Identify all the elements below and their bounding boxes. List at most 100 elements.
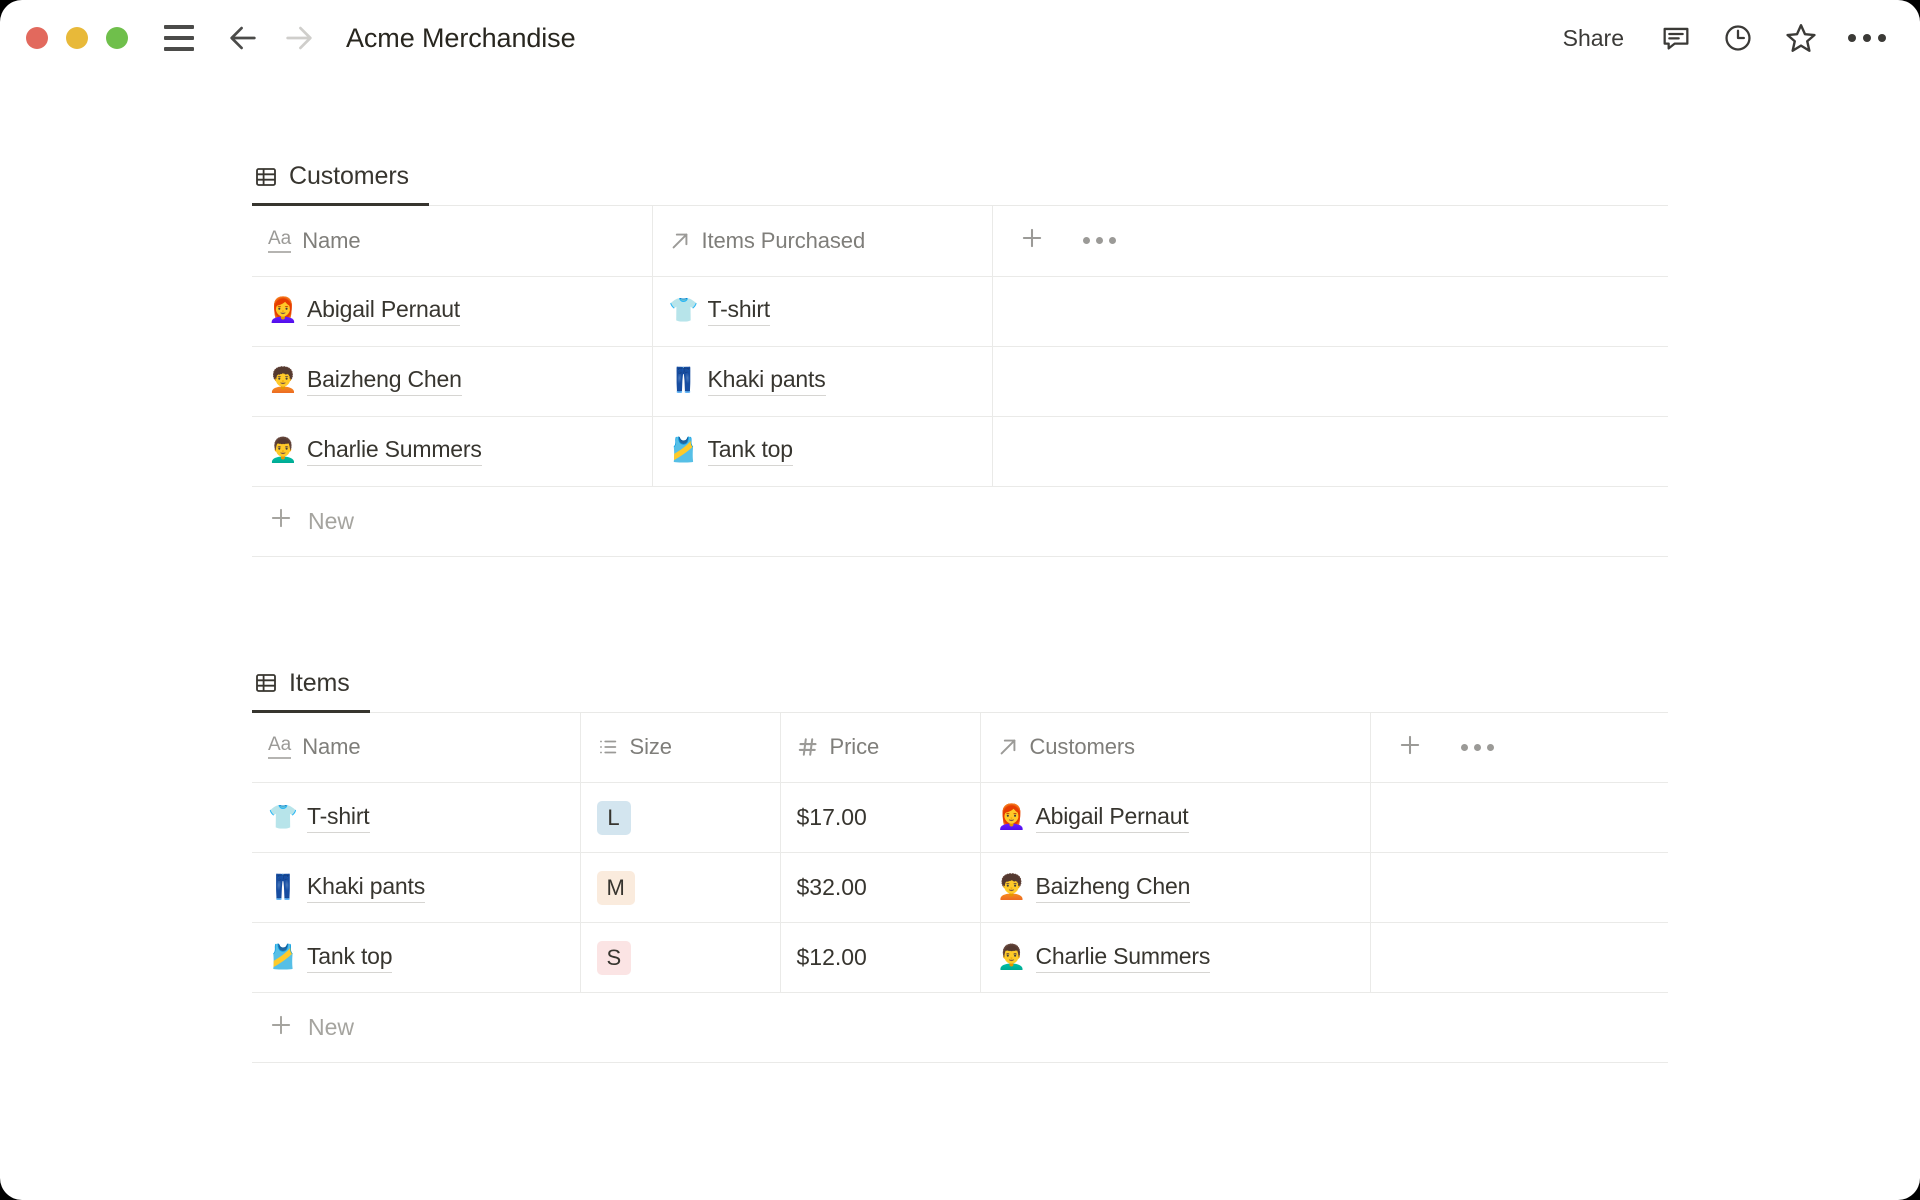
customers-table: Aa Name Items Purch bbox=[252, 206, 1668, 487]
forward-arrow-icon[interactable] bbox=[282, 21, 316, 55]
cell-customers[interactable]: 👩‍🦰 Abigail Pernaut bbox=[980, 782, 1371, 853]
minimize-window-button[interactable] bbox=[66, 27, 88, 49]
table-icon bbox=[254, 165, 278, 189]
cell-size[interactable]: L bbox=[580, 782, 781, 853]
table-row[interactable]: 👨‍🦱 Charlie Summers 🎽 Tank top bbox=[252, 416, 1668, 487]
item-emoji: 🎽 bbox=[668, 437, 699, 464]
new-row-label: New bbox=[308, 1014, 355, 1040]
page-content: Customers Aa Name bbox=[0, 150, 1920, 1063]
cell-price[interactable]: $17.00 bbox=[780, 782, 981, 853]
table-row[interactable]: 👖 Khaki pants M $32.00 🧑‍🦱 Baizheng Chen bbox=[252, 852, 1668, 923]
add-new-row-button[interactable]: New bbox=[252, 487, 1668, 557]
column-header-items-purchased[interactable]: Items Purchased bbox=[652, 206, 993, 277]
title-bar: Acme Merchandise Share bbox=[0, 0, 1920, 76]
column-header-price[interactable]: Price bbox=[780, 712, 981, 783]
item-emoji: 👕 bbox=[268, 803, 298, 831]
titlebar-actions: Share bbox=[1557, 21, 1886, 56]
cell-name[interactable]: 👨‍🦱 Charlie Summers bbox=[252, 416, 653, 487]
cell-empty[interactable] bbox=[1370, 782, 1668, 853]
cell-name[interactable]: 👖 Khaki pants bbox=[252, 852, 581, 923]
cell-name[interactable]: 👩‍🦰 Abigail Pernaut bbox=[252, 276, 653, 347]
table-more-options-icon[interactable] bbox=[1460, 743, 1494, 751]
new-row-label: New bbox=[308, 507, 355, 534]
row-title-link[interactable]: Abigail Pernaut bbox=[307, 296, 460, 326]
maximize-window-button[interactable] bbox=[106, 27, 128, 49]
column-header-name[interactable]: Aa Name bbox=[252, 712, 581, 783]
tab-label: Customers bbox=[289, 162, 409, 190]
relation-link[interactable]: T-shirt bbox=[707, 296, 770, 326]
table-row[interactable]: 👕 T-shirt L $17.00 👩‍🦰 Abigail Pernaut bbox=[252, 782, 1668, 853]
row-title-link[interactable]: Tank top bbox=[307, 943, 393, 973]
relation-link[interactable]: Khaki pants bbox=[707, 366, 826, 396]
number-hash-icon bbox=[797, 736, 819, 758]
row-title-link[interactable]: Baizheng Chen bbox=[307, 366, 462, 396]
add-column-button[interactable] bbox=[1019, 225, 1045, 256]
cell-empty[interactable] bbox=[1370, 852, 1668, 923]
share-button[interactable]: Share bbox=[1557, 21, 1630, 56]
column-label: Size bbox=[629, 734, 673, 760]
avatar-emoji: 👩‍🦰 bbox=[996, 803, 1027, 831]
cell-customers[interactable]: 🧑‍🦱 Baizheng Chen bbox=[980, 852, 1371, 923]
items-table: Aa Name Size Price Customers 👕 T-shirt L… bbox=[252, 712, 1668, 993]
table-row[interactable]: 👩‍🦰 Abigail Pernaut 👕 T-shirt bbox=[252, 276, 1668, 347]
comment-icon[interactable] bbox=[1660, 22, 1692, 54]
database-view-tabs: Items bbox=[252, 657, 1668, 713]
history-clock-icon[interactable] bbox=[1722, 22, 1754, 54]
close-window-button[interactable] bbox=[26, 27, 48, 49]
relation-link[interactable]: Charlie Summers bbox=[1035, 943, 1210, 973]
cell-customers[interactable]: 👨‍🦱 Charlie Summers bbox=[980, 922, 1371, 993]
cell-empty[interactable] bbox=[992, 276, 1668, 347]
row-title-link[interactable]: Khaki pants bbox=[307, 873, 425, 903]
size-badge: L bbox=[596, 800, 631, 835]
cell-empty[interactable] bbox=[992, 416, 1668, 487]
column-label: Name bbox=[302, 734, 361, 760]
cell-name[interactable]: 🎽 Tank top bbox=[252, 922, 581, 993]
tab-customers[interactable]: Customers bbox=[252, 162, 429, 206]
cell-items-purchased[interactable]: 👖 Khaki pants bbox=[652, 346, 993, 417]
table-row[interactable]: 🧑‍🦱 Baizheng Chen 👖 Khaki pants bbox=[252, 346, 1668, 417]
cell-price[interactable]: $12.00 bbox=[780, 922, 981, 993]
cell-name[interactable]: 👕 T-shirt bbox=[252, 782, 581, 853]
column-header-customers[interactable]: Customers bbox=[980, 712, 1371, 783]
more-options-icon[interactable] bbox=[1848, 34, 1886, 42]
star-icon[interactable] bbox=[1784, 21, 1818, 55]
cell-items-purchased[interactable]: 👕 T-shirt bbox=[652, 276, 993, 347]
column-header-size[interactable]: Size bbox=[580, 712, 781, 783]
database-view-tabs: Customers bbox=[252, 150, 1668, 206]
column-label: Price bbox=[829, 734, 880, 760]
relation-link[interactable]: Abigail Pernaut bbox=[1035, 803, 1189, 833]
database-customers: Customers Aa Name bbox=[252, 150, 1668, 557]
hamburger-menu-icon[interactable] bbox=[162, 21, 196, 55]
relation-link[interactable]: Tank top bbox=[707, 436, 793, 466]
relation-arrow-icon bbox=[997, 736, 1019, 758]
table-more-options-icon[interactable] bbox=[1082, 237, 1116, 245]
size-badge: S bbox=[596, 940, 632, 975]
select-list-icon bbox=[597, 736, 619, 758]
item-emoji: 👖 bbox=[668, 367, 699, 394]
avatar-emoji: 👩‍🦰 bbox=[268, 297, 298, 324]
column-header-tools bbox=[992, 206, 1668, 277]
relation-link[interactable]: Baizheng Chen bbox=[1035, 873, 1190, 903]
cell-empty[interactable] bbox=[992, 346, 1668, 417]
row-title-link[interactable]: T-shirt bbox=[307, 803, 370, 833]
add-new-row-button[interactable]: New bbox=[252, 993, 1668, 1063]
tab-items[interactable]: Items bbox=[252, 669, 370, 713]
back-arrow-icon[interactable] bbox=[226, 21, 260, 55]
cell-items-purchased[interactable]: 🎽 Tank top bbox=[652, 416, 993, 487]
column-label: Name bbox=[302, 227, 361, 253]
row-title-link[interactable]: Charlie Summers bbox=[307, 436, 482, 466]
cell-name[interactable]: 🧑‍🦱 Baizheng Chen bbox=[252, 346, 653, 417]
cell-size[interactable]: S bbox=[580, 922, 781, 993]
cell-size[interactable]: M bbox=[580, 852, 781, 923]
add-column-button[interactable] bbox=[1397, 732, 1423, 763]
text-aa-icon: Aa bbox=[268, 228, 292, 253]
window-controls bbox=[26, 27, 128, 49]
avatar-emoji: 🧑‍🦱 bbox=[996, 873, 1027, 901]
cell-empty[interactable] bbox=[1370, 922, 1668, 993]
relation-arrow-icon bbox=[669, 230, 691, 252]
table-row[interactable]: 🎽 Tank top S $12.00 👨‍🦱 Charlie Summers bbox=[252, 922, 1668, 993]
avatar-emoji: 👨‍🦱 bbox=[996, 943, 1027, 971]
app-window: Acme Merchandise Share Customers Aa Name… bbox=[0, 0, 1920, 1200]
cell-price[interactable]: $32.00 bbox=[780, 852, 981, 923]
column-header-name[interactable]: Aa Name bbox=[252, 206, 653, 277]
